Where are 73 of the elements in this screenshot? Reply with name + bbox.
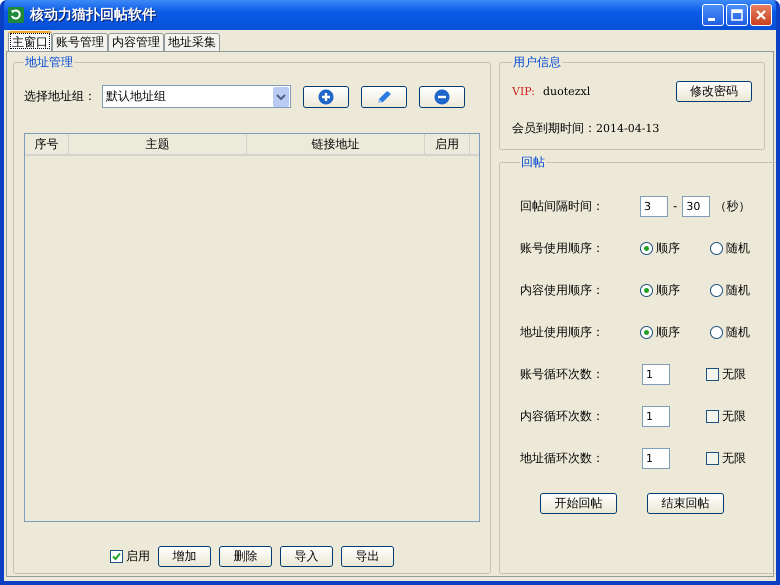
checkbox-label: 无限 bbox=[722, 408, 746, 424]
unlimited-checkbox[interactable] bbox=[706, 410, 719, 422]
tab[interactable]: 账号管理 bbox=[52, 33, 108, 51]
tab[interactable]: 内容管理 bbox=[108, 33, 164, 51]
loop-count-field[interactable]: 1 bbox=[642, 406, 670, 426]
plus-icon bbox=[318, 88, 334, 104]
tab[interactable]: 主窗口 bbox=[8, 31, 52, 51]
remove-group-button[interactable] bbox=[419, 86, 465, 108]
radio-button[interactable] bbox=[640, 242, 653, 254]
close-icon bbox=[755, 9, 767, 21]
minimize-button[interactable] bbox=[702, 4, 724, 26]
order-label: 账号使用顺序： bbox=[520, 240, 605, 256]
refresh-icon bbox=[8, 7, 24, 23]
order-label: 内容使用顺序： bbox=[520, 282, 605, 298]
loop-label: 地址循环次数： bbox=[520, 450, 605, 466]
loop-label: 账号循环次数： bbox=[520, 366, 605, 382]
pencil-icon bbox=[375, 88, 393, 104]
order-label: 地址使用顺序： bbox=[520, 324, 605, 340]
change-password-button[interactable]: 修改密码 bbox=[676, 81, 752, 102]
unlimited-checkbox[interactable] bbox=[706, 368, 719, 380]
interval-min-field[interactable]: 3 bbox=[640, 196, 668, 216]
group-title: 回帖 bbox=[520, 154, 546, 171]
radio-button[interactable] bbox=[640, 326, 653, 338]
interval-max-field[interactable]: 30 bbox=[682, 196, 710, 216]
enable-checkbox[interactable] bbox=[110, 550, 123, 563]
group-title: 地址管理 bbox=[24, 54, 74, 71]
vip-label: VIP: bbox=[512, 85, 536, 98]
group-label: 选择地址组： bbox=[24, 88, 96, 105]
action-button[interactable]: 增加 bbox=[158, 546, 211, 567]
action-button[interactable]: 开始回帖 bbox=[540, 493, 617, 514]
expiry-date: 2014-04-13 bbox=[596, 122, 660, 135]
column-header[interactable]: 序号 bbox=[25, 134, 69, 154]
loop-count-field[interactable]: 1 bbox=[642, 448, 670, 468]
group-dropdown[interactable]: 默认地址组 bbox=[102, 85, 291, 108]
unlimited-checkbox[interactable] bbox=[706, 452, 719, 464]
radio-label: 顺序 bbox=[656, 282, 680, 298]
range-separator: - bbox=[673, 199, 678, 213]
column-header[interactable]: 链接地址 bbox=[247, 134, 425, 154]
action-button[interactable]: 导入 bbox=[280, 546, 333, 567]
minimize-icon bbox=[708, 18, 715, 20]
minus-icon bbox=[434, 88, 450, 104]
interval-label: 回帖间隔时间： bbox=[520, 198, 605, 214]
checkbox-label: 启用 bbox=[126, 548, 150, 565]
maximize-icon bbox=[731, 9, 743, 21]
radio-label: 随机 bbox=[726, 324, 750, 340]
checkbox-label: 无限 bbox=[722, 450, 746, 466]
column-header[interactable]: 启用 bbox=[425, 134, 470, 154]
loop-label: 内容循环次数： bbox=[520, 408, 605, 424]
maximize-button[interactable] bbox=[726, 4, 748, 26]
unit-label: （秒） bbox=[714, 198, 750, 214]
radio-button[interactable] bbox=[640, 284, 653, 296]
radio-button[interactable] bbox=[710, 284, 723, 296]
checkbox-label: 无限 bbox=[722, 366, 746, 382]
radio-button[interactable] bbox=[710, 326, 723, 338]
group-title: 用户信息 bbox=[512, 54, 562, 71]
radio-label: 随机 bbox=[726, 282, 750, 298]
window-title: 核动力猫扑回帖软件 bbox=[30, 6, 156, 24]
radio-label: 随机 bbox=[726, 240, 750, 256]
chevron-down-icon bbox=[273, 86, 289, 106]
radio-label: 顺序 bbox=[656, 324, 680, 340]
expiry-label: 会员到期时间： bbox=[512, 120, 596, 137]
radio-button[interactable] bbox=[710, 242, 723, 254]
username: duotezxl bbox=[543, 85, 590, 98]
action-button[interactable]: 结束回帖 bbox=[647, 493, 724, 514]
add-group-button[interactable] bbox=[303, 86, 349, 108]
edit-group-button[interactable] bbox=[361, 86, 407, 108]
action-button[interactable]: 删除 bbox=[219, 546, 272, 567]
action-button[interactable]: 导出 bbox=[341, 546, 394, 567]
loop-count-field[interactable]: 1 bbox=[642, 364, 670, 384]
close-button[interactable] bbox=[750, 4, 772, 26]
column-header[interactable]: 主题 bbox=[69, 134, 247, 154]
radio-label: 顺序 bbox=[656, 240, 680, 256]
tab[interactable]: 地址采集 bbox=[164, 33, 220, 51]
